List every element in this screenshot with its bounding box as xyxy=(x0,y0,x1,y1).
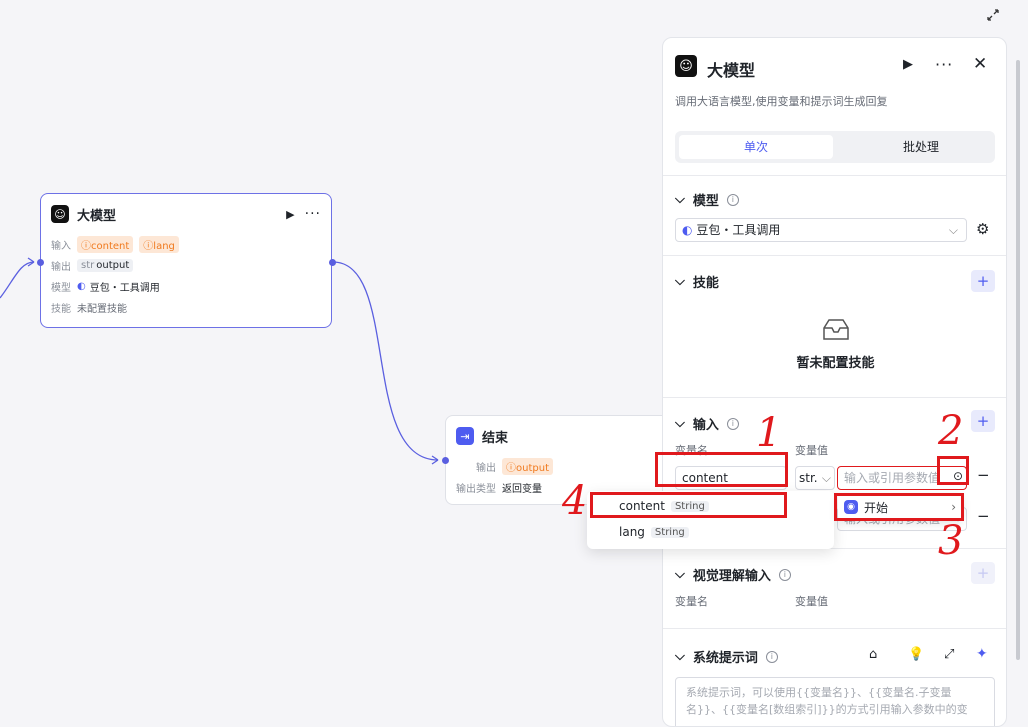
annotation-box-4 xyxy=(590,492,787,518)
info-icon: i xyxy=(726,417,739,430)
system-prompt-textarea[interactable]: 系统提示词，可以使用{{变量名}}、{{变量名.子变量 名}}、{{变量名[数组… xyxy=(675,677,995,726)
chevron-down-icon: ⌵ xyxy=(948,223,958,237)
llm-node-title: 大模型 xyxy=(77,208,117,224)
panel-llm-icon: ☺ xyxy=(675,55,697,77)
close-icon[interactable]: ✕ xyxy=(973,54,987,74)
doubao-icon: ◐ xyxy=(682,223,693,237)
info-icon: i xyxy=(765,650,778,663)
prompt-library-icon[interactable]: ⌂ xyxy=(869,647,877,662)
annotation-box-2 xyxy=(937,456,969,485)
info-icon: i xyxy=(778,568,791,581)
output-label: 输出 xyxy=(51,262,71,273)
info-icon: i xyxy=(726,193,739,206)
doubao-icon: ◐ xyxy=(77,281,86,292)
add-skill-button[interactable]: + xyxy=(971,270,995,292)
llm-out-port[interactable] xyxy=(329,259,336,266)
end-output-type-label: 输出类型 xyxy=(456,484,496,495)
input-label: 输入 xyxy=(51,241,71,252)
dropdown-item-lang[interactable]: lang String xyxy=(619,525,689,539)
chevron-down-icon: ⌵ xyxy=(675,649,685,664)
end-logo-icon: ⇥ xyxy=(456,427,474,445)
annotation-number-2: 2 xyxy=(938,408,964,454)
model-section-title[interactable]: ⌵ 模型 i xyxy=(675,190,739,209)
input-tag-content: ⓘcontent xyxy=(77,236,134,253)
panel-run-icon[interactable]: ▶ xyxy=(903,57,913,72)
empty-box-icon xyxy=(823,319,849,340)
input-tag-lang: ⓘlang xyxy=(139,236,179,253)
annotation-number-1: 1 xyxy=(756,410,782,456)
tab-batch[interactable]: 批处理 xyxy=(851,135,991,159)
node-config-panel: ☺ 大模型 ▶ ··· ✕ 调用大语言模型,使用变量和提示词生成回复 单次 批处… xyxy=(662,37,1007,727)
chevron-down-icon: ⌵ xyxy=(675,567,685,582)
skill-value: 未配置技能 xyxy=(77,304,127,315)
lightbulb-icon[interactable]: 💡 xyxy=(908,647,924,662)
more-icon[interactable]: ··· xyxy=(305,206,321,222)
remove-row-icon[interactable]: − xyxy=(977,507,990,525)
vision-var-name-header: 变量名 xyxy=(675,595,708,608)
llm-node[interactable]: ☺ 大模型 ▶ ··· 输入 ⓘcontent ⓘlang 输出 str outp… xyxy=(40,193,332,328)
annotation-box-3 xyxy=(834,493,964,521)
end-output-tag: ⓘoutput xyxy=(502,458,553,475)
skill-section-title[interactable]: ⌵ 技能 xyxy=(675,272,719,291)
annotation-number-3: 3 xyxy=(938,518,964,564)
end-output-label: 输出 xyxy=(476,463,496,474)
panel-scrollbar[interactable] xyxy=(1016,60,1020,660)
panel-description: 调用大语言模型,使用变量和提示词生成回复 xyxy=(675,95,888,108)
panel-title: 大模型 xyxy=(707,61,756,80)
expand-icon[interactable]: ⤢ xyxy=(944,647,954,662)
chevron-down-icon: ⌵ xyxy=(675,274,685,289)
remove-row-icon[interactable]: − xyxy=(977,466,990,484)
output-tag: str output xyxy=(77,259,134,272)
model-select[interactable]: ◐ 豆包・工具调用 ⌵ xyxy=(675,218,967,242)
model-label: 模型 xyxy=(51,283,71,294)
end-node-title: 结束 xyxy=(482,430,509,446)
skill-empty-text: 暂未配置技能 xyxy=(796,356,875,371)
settings-icon[interactable]: ⚙ xyxy=(976,220,989,238)
mode-tabs: 单次 批处理 xyxy=(675,131,995,163)
panel-more-icon[interactable]: ··· xyxy=(935,55,953,74)
end-in-port[interactable] xyxy=(442,457,449,464)
tab-single[interactable]: 单次 xyxy=(679,135,833,159)
input-type-select[interactable]: str. ⌵ xyxy=(795,466,835,490)
add-input-button[interactable]: + xyxy=(971,410,995,432)
chevron-down-icon: ⌵ xyxy=(675,416,685,431)
model-name: 豆包・工具调用 xyxy=(89,283,160,294)
vision-var-value-header: 变量值 xyxy=(795,595,828,608)
annotation-number-4: 4 xyxy=(562,478,588,524)
vision-section-title[interactable]: ⌵ 视觉理解输入 i xyxy=(675,565,791,584)
end-output-type-value: 返回变量 xyxy=(502,484,542,495)
input-section-title[interactable]: ⌵ 输入 i xyxy=(675,414,739,433)
add-vision-input-button[interactable]: + xyxy=(971,562,995,584)
var-value-header: 变量值 xyxy=(795,444,828,457)
ai-sparkle-icon[interactable]: ✦ xyxy=(976,646,988,662)
chevron-down-icon: ⌵ xyxy=(675,192,685,207)
system-prompt-title[interactable]: ⌵ 系统提示词 i xyxy=(675,647,778,666)
skill-label: 技能 xyxy=(51,304,71,315)
run-icon[interactable]: ▶ xyxy=(286,208,294,221)
llm-logo-icon: ☺ xyxy=(51,205,69,223)
llm-in-port[interactable] xyxy=(37,259,44,266)
annotation-box-1 xyxy=(655,452,788,487)
